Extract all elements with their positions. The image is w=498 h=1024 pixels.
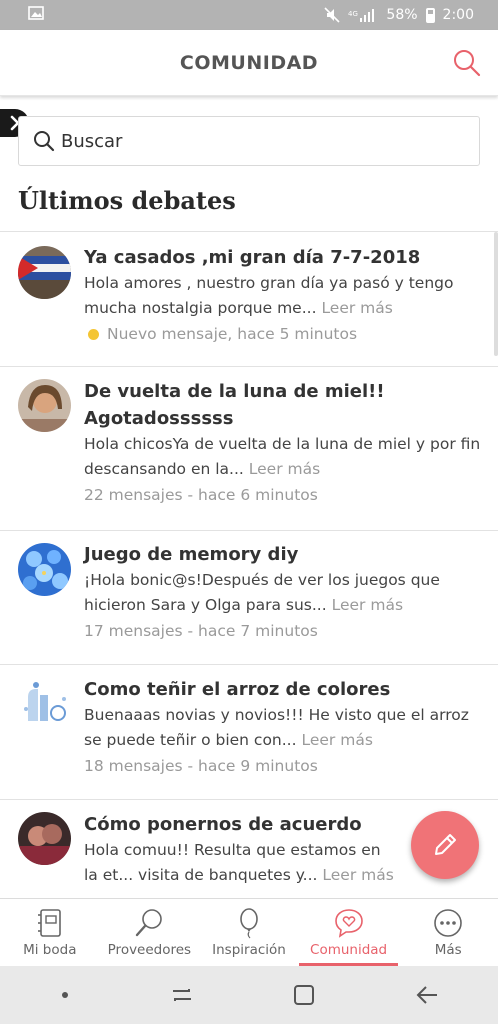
new-post-button[interactable] xyxy=(411,811,479,879)
signal-icon: 4G xyxy=(348,9,375,22)
clock: 2:00 xyxy=(442,7,474,23)
nav-item-mas[interactable]: Más xyxy=(398,899,498,966)
nav-label: Más xyxy=(434,942,462,958)
battery-percent: 58% xyxy=(386,7,418,23)
debate-item[interactable]: Ya casados ,mi gran día 7-7-2018 Hola am… xyxy=(0,231,498,366)
recent-apps-icon[interactable] xyxy=(170,983,194,1007)
home-icon[interactable] xyxy=(292,983,316,1007)
avatar xyxy=(18,246,71,299)
read-more-link[interactable]: Leer más xyxy=(332,596,403,614)
avatar xyxy=(18,543,71,596)
avatar xyxy=(18,677,71,730)
balloon-icon xyxy=(240,908,258,939)
debate-snippet: Buenaaas novias y novios!!! He visto que… xyxy=(84,706,469,749)
nav-label: Proveedores xyxy=(107,942,192,958)
debate-meta: 18 mensajes - hace 9 minutos xyxy=(84,757,318,775)
nav-item-mi-boda[interactable]: Mi boda xyxy=(0,899,100,966)
debate-title[interactable]: De vuelta de la luna de miel!! Agotadoss… xyxy=(84,378,484,432)
read-more-link[interactable]: Leer más xyxy=(321,299,392,317)
read-more-link[interactable]: Leer más xyxy=(301,731,372,749)
debate-item[interactable]: De vuelta de la luna de miel!! Agotadoss… xyxy=(0,366,498,530)
chat-heart-icon xyxy=(334,909,363,938)
debate-snippet: ¡Hola bonic@s!Después de ver los juegos … xyxy=(84,571,440,614)
mute-icon xyxy=(324,7,340,23)
page-title: COMUNIDAD xyxy=(179,51,319,74)
debate-snippet: Hola chicosYa de vuelta de la luna de mi… xyxy=(84,435,481,478)
debate-title[interactable]: Como teñir el arroz de colores xyxy=(84,676,484,703)
nav-label: Inspiración xyxy=(212,942,286,958)
nav-item-proveedores[interactable]: Proveedores xyxy=(100,899,200,966)
avatar xyxy=(18,379,71,432)
read-more-link[interactable]: Leer más xyxy=(249,460,320,478)
notebook-icon xyxy=(37,909,61,937)
debate-meta: 22 mensajes - hace 6 minutos xyxy=(84,486,318,504)
gallery-icon xyxy=(28,6,44,20)
debate-item[interactable]: Como teñir el arroz de colores Buenaaas … xyxy=(0,664,498,799)
nav-item-comunidad[interactable]: Comunidad xyxy=(298,899,399,966)
debate-snippet: Hola amores , nuestro gran día ya pasó y… xyxy=(84,274,454,317)
search-icon xyxy=(136,909,163,937)
new-message-dot xyxy=(88,328,99,340)
debate-title[interactable]: Ya casados ,mi gran día 7-7-2018 xyxy=(84,244,484,271)
section-title: Últimos debates xyxy=(18,186,236,215)
svg-text:4G: 4G xyxy=(348,10,358,18)
debate-meta: 17 mensajes - hace 7 minutos xyxy=(84,622,318,640)
magnifier-icon xyxy=(34,131,55,152)
app-header: COMUNIDAD xyxy=(0,30,498,96)
dot-icon[interactable] xyxy=(59,989,71,1001)
search-icon[interactable] xyxy=(452,48,482,78)
pencil-icon xyxy=(435,834,456,855)
battery-icon xyxy=(425,7,435,23)
nav-item-inspiracion[interactable]: Inspiración xyxy=(199,899,299,966)
status-right: 4G 58% 2:00 xyxy=(324,7,474,23)
debate-item[interactable]: Juego de memory diy ¡Hola bonic@s!Despué… xyxy=(0,530,498,664)
search-input[interactable]: Buscar xyxy=(18,116,480,166)
search-placeholder: Buscar xyxy=(61,130,123,152)
more-icon xyxy=(434,909,462,937)
debate-title[interactable]: Juego de memory diy xyxy=(84,541,484,568)
avatar xyxy=(18,812,71,865)
debate-meta: Nuevo mensaje, hace 5 minutos xyxy=(84,321,484,347)
read-more-link[interactable]: Leer más xyxy=(322,866,393,884)
system-nav-bar xyxy=(0,966,498,1024)
debate-list: Ya casados ,mi gran día 7-7-2018 Hola am… xyxy=(0,231,498,899)
back-icon[interactable] xyxy=(415,983,439,1007)
bottom-nav: Mi boda Proveedores Inspiración Comunida… xyxy=(0,898,498,966)
status-left xyxy=(28,6,324,24)
nav-label: Mi boda xyxy=(23,942,77,958)
nav-label: Comunidad xyxy=(310,942,388,958)
status-bar: 4G 58% 2:00 xyxy=(0,0,498,30)
